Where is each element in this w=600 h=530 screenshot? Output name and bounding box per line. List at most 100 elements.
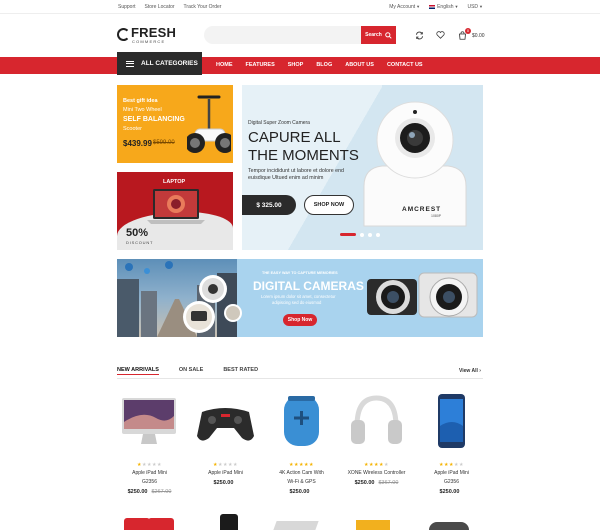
tab-best-rated[interactable]: BEST RATED	[223, 367, 258, 375]
my-account-dropdown[interactable]: My Account▼	[389, 4, 420, 10]
product-name[interactable]: 4K Action Cam With	[264, 470, 339, 477]
discount-percent: 50%	[126, 227, 149, 239]
wishlist-button[interactable]	[432, 27, 448, 43]
view-all-link[interactable]: View All ›	[459, 368, 481, 374]
product-name[interactable]: Apple iPad Mini	[112, 470, 187, 477]
cart-count-badge: 0	[465, 28, 471, 34]
slider-dot[interactable]	[368, 233, 372, 237]
nav-home[interactable]: HOME	[216, 62, 233, 68]
rating-stars: ★★★★★	[289, 462, 314, 468]
nav-blog[interactable]: BLOG	[316, 62, 332, 68]
slider-dot[interactable]	[376, 233, 380, 237]
product-image-partial	[124, 512, 174, 530]
support-link[interactable]: Support	[118, 4, 136, 10]
track-order-link[interactable]: Track Your Order	[184, 4, 222, 10]
hero-price: $ 325.00	[242, 195, 296, 215]
promo-banner-laptop[interactable]: LAPTOP 50% DISCOUNT	[117, 172, 233, 250]
store-locator-link[interactable]: Store Locator	[145, 4, 175, 10]
nav-about-us[interactable]: ABOUT US	[345, 62, 374, 68]
uk-flag-icon	[429, 4, 436, 9]
product-image-partial	[425, 512, 475, 530]
product-name-line2: G2356	[443, 478, 459, 485]
tabs-divider	[117, 378, 483, 379]
currency-dropdown[interactable]: USD▼	[467, 4, 483, 10]
product-name[interactable]: XONE Wireless Controller	[339, 470, 414, 477]
old-price: $267.00	[151, 488, 172, 495]
my-account-label: My Account	[389, 4, 416, 10]
product-card[interactable]: ★★★★★ Apple iPad Mini $250.00	[188, 392, 263, 486]
camera-banner-eyebrow: THE EASY WAY TO CAPTURE MEMORIES	[262, 271, 338, 275]
product-name[interactable]: Apple iPad Mini	[188, 470, 263, 477]
nav-links: HOME FEATURES SHOP BLOG ABOUT US CONTACT…	[216, 62, 423, 68]
discount-label: DISCOUNT	[126, 240, 154, 245]
product-card[interactable]: ★★★★★ XONE Wireless Controller $250.00 $3…	[339, 392, 414, 486]
top-bar: Support Store Locator Track Your Order M…	[0, 0, 600, 14]
all-categories-button[interactable]: ALL CATEGORIES	[117, 52, 202, 75]
language-dropdown[interactable]: English▼	[429, 4, 458, 10]
compare-button[interactable]	[411, 27, 427, 43]
product-price: $250.00	[414, 489, 489, 495]
price: $250.00	[354, 479, 375, 486]
product-card[interactable]: ★★★★★ Apple iPad Mini G2356 $250.00 $267.…	[112, 392, 187, 495]
slider-dot-active[interactable]	[340, 233, 356, 236]
shop-now-button[interactable]: SHOP NOW	[304, 195, 354, 215]
smartphone-icon	[438, 394, 465, 448]
rating-stars: ★★★★★	[364, 462, 389, 468]
nav-features[interactable]: FEATURES	[246, 62, 275, 68]
refresh-icon	[415, 31, 423, 39]
scooter-image	[187, 95, 231, 153]
hero-brand: AMCREST	[402, 206, 442, 213]
camera-banner-title: DIGITAL CAMERAS	[253, 279, 364, 293]
product-tabs: NEW ARRIVALS ON SALE BEST RATED	[117, 367, 258, 375]
logo-subtitle: COMMERCE	[132, 39, 166, 44]
slider-dot[interactable]	[360, 233, 364, 237]
promo-line1: Best gift idea	[123, 98, 158, 104]
tab-new-arrivals[interactable]: NEW ARRIVALS	[117, 367, 159, 375]
camera-banner-body-line1: Lorem ipsum dolor sit amet, consectetur	[261, 294, 336, 299]
nav-contact-us[interactable]: CONTACT US	[387, 62, 423, 68]
promo-line2: Mini Two Wheel	[123, 107, 162, 113]
product-card[interactable]: ★★★★★ 4K Action Cam With Wi-Fi & GPS $25…	[264, 392, 339, 495]
old-price: $367.00	[378, 479, 399, 486]
rating-stars: ★★★★★	[213, 462, 238, 468]
promo-old-price: $599.00	[153, 140, 175, 146]
menu-icon	[126, 60, 134, 67]
language-label: English	[437, 4, 454, 10]
logo[interactable]: FRESH	[131, 25, 176, 40]
hero-body-line2: euisdique Ultued enim ad minim	[248, 175, 324, 181]
camera-shop-now-button[interactable]: Shop Now	[283, 314, 317, 326]
search-button-label: Search	[365, 32, 382, 38]
product-name[interactable]: Apple iPad Mini	[414, 470, 489, 477]
logo-mark-icon	[117, 28, 130, 41]
hero-title-line1: CAPURE ALL	[248, 129, 341, 146]
speaker-icon	[284, 396, 319, 446]
camera-banner-body-line2: adipiscing sed do eiusmod	[272, 300, 322, 305]
rating-stars: ★★★★★	[439, 462, 464, 468]
chevron-down-icon: ▼	[454, 4, 459, 9]
hero-title-line2: THE MOMENTS	[248, 147, 359, 164]
product-price: $250.00	[264, 489, 339, 495]
product-price: $250.00 $267.00	[112, 489, 187, 495]
price: $250.00	[213, 479, 234, 486]
imac-icon	[122, 398, 176, 444]
product-image-partial	[212, 512, 262, 530]
hero-brand-sub: 1080P	[431, 214, 442, 218]
product-card[interactable]: ★★★★★ Apple iPad Mini G2356 $250.00	[414, 392, 489, 495]
price: $250.00	[127, 488, 148, 495]
hero-slider[interactable]: Digital Super Zoom Camera CAPURE ALL THE…	[242, 85, 483, 250]
digital-cameras-banner[interactable]: THE EASY WAY TO CAPTURE MEMORIES DIGITAL…	[117, 259, 483, 337]
tab-on-sale[interactable]: ON SALE	[179, 367, 203, 375]
product-price: $250.00 $367.00	[339, 480, 414, 486]
product-image-partial	[271, 512, 321, 530]
view-all-label: View All	[459, 368, 478, 374]
price: $250.00	[439, 488, 460, 495]
promo-banner-scooter[interactable]: Best gift idea Mini Two Wheel SELF BALAN…	[117, 85, 233, 163]
promo-line3: Scooter	[123, 126, 142, 132]
search-button[interactable]: Search	[361, 26, 396, 44]
rating-stars: ★★★★★	[137, 462, 162, 468]
hero-body-line1: Tempor incididunt ut labore et dolore en…	[248, 168, 344, 174]
currency-label: USD	[467, 4, 479, 10]
price: $250.00	[289, 488, 310, 495]
nav-shop[interactable]: SHOP	[288, 62, 304, 68]
search-input[interactable]	[204, 26, 361, 44]
